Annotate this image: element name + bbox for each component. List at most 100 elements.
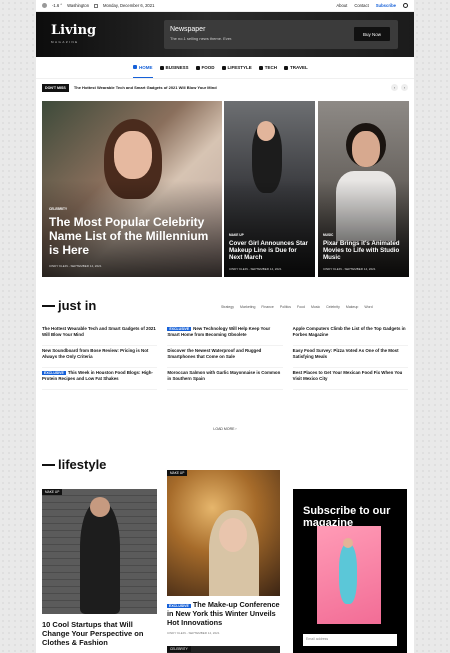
email-field[interactable]: Email address [303, 634, 397, 646]
filter-tab[interactable]: Finance [261, 305, 273, 309]
lifestyle-category[interactable]: MAKE UP [167, 470, 188, 476]
hero-title[interactable]: Cover Girl Announces Star Makeup Line is… [229, 240, 311, 261]
nav-food[interactable]: FOOD [195, 57, 215, 78]
hero-main-card[interactable]: CELEBRITY The Most Popular Celebrity Nam… [42, 101, 222, 277]
lifestyle-left-card[interactable]: MAKE UP [42, 489, 157, 614]
list-item[interactable]: EXCLUSIVE New Technology Will Help Keep Y… [167, 324, 283, 346]
load-more-button[interactable]: LOAD MORE › [36, 427, 414, 431]
site-logo[interactable]: Living MAGAZINE [51, 23, 97, 48]
face-photo [90, 497, 110, 517]
search-icon[interactable] [403, 3, 408, 8]
hero-date: SEPTEMBER 14, 2021 [250, 267, 282, 271]
lifestyle-middle-title: EXCLUSIVE The Make-up Conference in New Y… [167, 600, 282, 627]
weather-location: Washington [67, 3, 90, 8]
list-item[interactable]: Moroccan Salmon with Garlic Mayonnaise i… [167, 368, 283, 390]
heading-dash [42, 304, 55, 307]
article-title[interactable]: Moroccan Salmon with Garlic Mayonnaise i… [167, 370, 280, 381]
hero-category[interactable]: MAKE UP [229, 233, 244, 237]
hero-author[interactable]: CINDY KLEIN [49, 264, 68, 268]
hero-title[interactable]: Pixar Brings it's Animated Movies to Lif… [323, 240, 405, 261]
list-item[interactable]: The Hottest Wearable Tech and Smart Gadg… [42, 324, 158, 346]
lifestyle-middle-card[interactable]: MAKE UP [167, 470, 280, 596]
filter-tab[interactable]: Celebrity [326, 305, 340, 309]
list-item[interactable]: Easy Food Survey: Pizza Voted As One of … [292, 346, 408, 368]
nav-home[interactable]: HOME [133, 57, 153, 78]
hero-grid: CELEBRITY The Most Popular Celebrity Nam… [42, 101, 409, 277]
exclusive-badge: EXCLUSIVE [42, 371, 66, 375]
article-title[interactable]: New Soundboard from Bose Review: Pricing… [42, 348, 148, 359]
article-title[interactable]: Apple Computers Climb the List of the To… [293, 326, 406, 337]
ticker-headline[interactable]: The Hottest Wearable Tech and Smart Gadg… [74, 85, 217, 90]
header-banner: Living MAGAZINE Newspaper The no.1 selli… [36, 12, 414, 57]
author-link[interactable]: CINDY KLEIN [167, 631, 186, 635]
lifestyle-heading: lifestyle [42, 457, 106, 472]
nav-label: TECH [264, 65, 278, 70]
article-title[interactable]: Easy Food Survey: Pizza Voted As One of … [293, 348, 399, 359]
ad-subtitle: The no.1 selling news theme. Ever. [170, 36, 233, 41]
hero-meta: CINDY KLEIN - SEPTEMBER 14, 2021 [49, 264, 102, 268]
lifestyle-middle-meta: CINDY KLEIN - SEPTEMBER 14, 2021 [167, 631, 220, 635]
nav-tech[interactable]: TECH [258, 57, 278, 78]
exclusive-badge: EXCLUSIVE [167, 604, 191, 608]
hero-category[interactable]: MUSIC [323, 233, 333, 237]
filter-tab[interactable]: Politics [280, 305, 291, 309]
nav-label: HOME [139, 64, 153, 70]
nav-lifestyle[interactable]: LIFESTYLE [221, 57, 252, 78]
article-title[interactable]: Best Places to Get Your Mexican Food Fix… [293, 370, 403, 381]
home-icon [133, 65, 137, 69]
article-title[interactable]: Discover the Newest Waterproof and Rugge… [167, 348, 261, 359]
filter-tab[interactable]: Music [311, 305, 320, 309]
filter-tab[interactable]: Strategy [221, 305, 234, 309]
chevron-right-icon[interactable]: › [401, 84, 408, 91]
top-bar: -1.6 ° Washington Monday, December 6, 20… [36, 0, 414, 12]
hero-title[interactable]: The Most Popular Celebrity Name List of … [49, 215, 214, 257]
hero-date: SEPTEMBER 14, 2021 [344, 267, 376, 271]
lifestyle-left-title[interactable]: 10 Cool Startups that Will Change Your P… [42, 620, 157, 647]
lifestyle-category[interactable]: CELEBRITY [167, 646, 191, 652]
nav-business[interactable]: BUSINESS [159, 57, 189, 78]
filter-tab[interactable]: Word [364, 305, 372, 309]
about-link[interactable]: About [336, 3, 347, 8]
nav-label: FOOD [201, 65, 215, 70]
list-item[interactable]: Discover the Newest Waterproof and Rugge… [167, 346, 283, 368]
calendar-icon [94, 3, 99, 8]
hero-author[interactable]: CINDY KLEIN [323, 267, 342, 271]
hero-category[interactable]: CELEBRITY [49, 207, 67, 211]
just-in-filters: Strategy Marketing Finance Politics Food… [221, 305, 373, 309]
list-item[interactable]: Best Places to Get Your Mexican Food Fix… [292, 368, 408, 390]
main-nav: HOME BUSINESS FOOD LIFESTYLE TECH TRAVEL [36, 57, 414, 79]
list-item[interactable]: EXCLUSIVE This Week in Houston Food Blogs… [42, 368, 158, 390]
filter-tab[interactable]: Food [297, 305, 305, 309]
lifestyle-title: lifestyle [58, 457, 107, 472]
heading-dash [42, 463, 55, 466]
hero-third-card[interactable]: MUSIC Pixar Brings it's Animated Movies … [318, 101, 409, 277]
camera-icon [258, 65, 263, 70]
chevron-left-icon[interactable]: ‹ [391, 84, 398, 91]
nav-travel[interactable]: TRAVEL [284, 57, 308, 78]
hero-second-card[interactable]: MAKE UP Cover Girl Announces Star Makeup… [224, 101, 315, 277]
header-ad[interactable]: Newspaper The no.1 selling news theme. E… [164, 20, 398, 49]
contact-link[interactable]: Contact [354, 3, 368, 8]
hero-author[interactable]: CINDY KLEIN [229, 267, 248, 271]
just-in-grid: The Hottest Wearable Tech and Smart Gadg… [42, 324, 408, 390]
heart-icon [221, 65, 226, 70]
lifestyle-category[interactable]: MAKE UP [42, 489, 63, 495]
subscribe-link[interactable]: Subscribe [376, 3, 396, 8]
briefcase-icon [159, 65, 164, 70]
post-date: SEPTEMBER 14, 2021 [188, 631, 220, 635]
ad-title: Newspaper [170, 26, 206, 33]
exclusive-badge: EXCLUSIVE [167, 327, 192, 331]
buy-now-button[interactable]: Buy Now [354, 27, 390, 41]
article-title[interactable]: The Hottest Wearable Tech and Smart Gadg… [42, 326, 156, 337]
logo-subtext: MAGAZINE [51, 40, 79, 44]
face-photo [343, 538, 353, 548]
hero-date: SEPTEMBER 14, 2021 [70, 264, 102, 268]
lifestyle-bottom-card[interactable]: CELEBRITY [167, 646, 280, 653]
list-item[interactable]: Apple Computers Climb the List of the To… [292, 324, 408, 346]
logo-text: Living [51, 23, 97, 38]
filter-tab[interactable]: Marketing [240, 305, 255, 309]
nav-label: LIFESTYLE [227, 65, 252, 70]
hero-meta: CINDY KLEIN - SEPTEMBER 14, 2021 [229, 267, 282, 271]
filter-tab[interactable]: Makeup [346, 305, 358, 309]
list-item[interactable]: New Soundboard from Bose Review: Pricing… [42, 346, 158, 368]
